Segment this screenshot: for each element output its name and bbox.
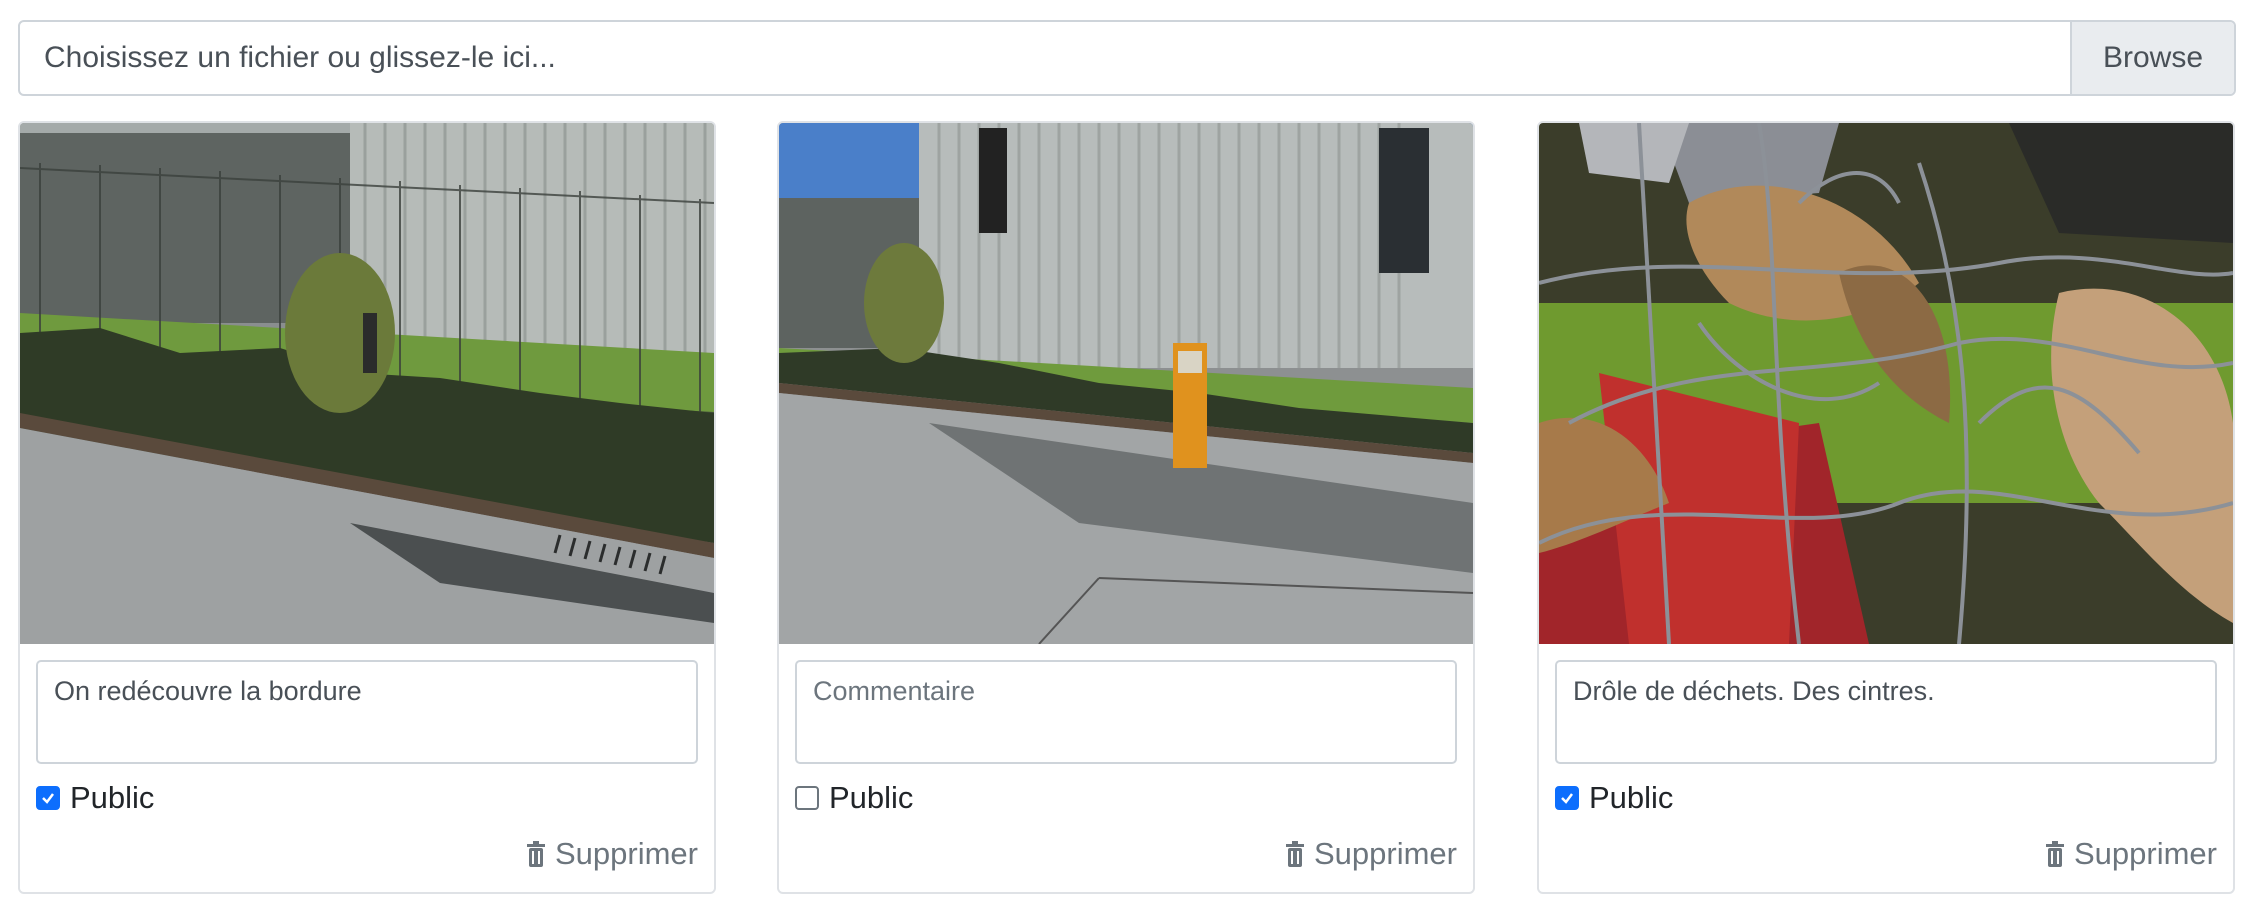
public-toggle[interactable]: Public <box>795 778 913 818</box>
delete-label: Supprimer <box>2074 836 2217 871</box>
public-checkbox[interactable] <box>795 786 819 810</box>
file-input-label[interactable]: Choisissez un fichier ou glissez-le ici.… <box>20 22 2070 94</box>
file-input[interactable]: Choisissez un fichier ou glissez-le ici.… <box>18 20 2236 96</box>
photo-fence-and-hedge <box>20 123 714 644</box>
delete-label: Supprimer <box>1314 836 1457 871</box>
check-icon <box>1561 793 1573 804</box>
trash-icon <box>2044 841 2066 867</box>
browse-button[interactable]: Browse <box>2070 22 2234 94</box>
public-toggle[interactable]: Public <box>36 778 154 818</box>
delete-button[interactable]: Supprimer <box>1284 834 1457 874</box>
public-checkbox[interactable] <box>36 786 60 810</box>
trash-icon <box>525 841 547 867</box>
photo-card: Commentaire Public Supprimer <box>777 121 1475 894</box>
public-label: Public <box>829 780 914 815</box>
photo-wire-hangers-leaves <box>1539 123 2233 644</box>
public-checkbox[interactable] <box>1555 786 1579 810</box>
public-label: Public <box>1589 780 1674 815</box>
trash-icon <box>1284 841 1306 867</box>
check-icon <box>42 793 54 804</box>
public-toggle[interactable]: Public <box>1555 778 1673 818</box>
comment-textarea[interactable]: Commentaire <box>795 660 1457 764</box>
photo-card: On redécouvre la bordure Public Supprime… <box>18 121 716 894</box>
photo-card: Drôle de déchets. Des cintres. Public Su… <box>1537 121 2235 894</box>
delete-label: Supprimer <box>555 836 698 871</box>
delete-button[interactable]: Supprimer <box>2044 834 2217 874</box>
photo-building-orange-post <box>779 123 1473 644</box>
public-label: Public <box>70 780 155 815</box>
delete-button[interactable]: Supprimer <box>525 834 698 874</box>
comment-textarea[interactable]: Drôle de déchets. Des cintres. <box>1555 660 2217 764</box>
comment-textarea[interactable]: On redécouvre la bordure <box>36 660 698 764</box>
